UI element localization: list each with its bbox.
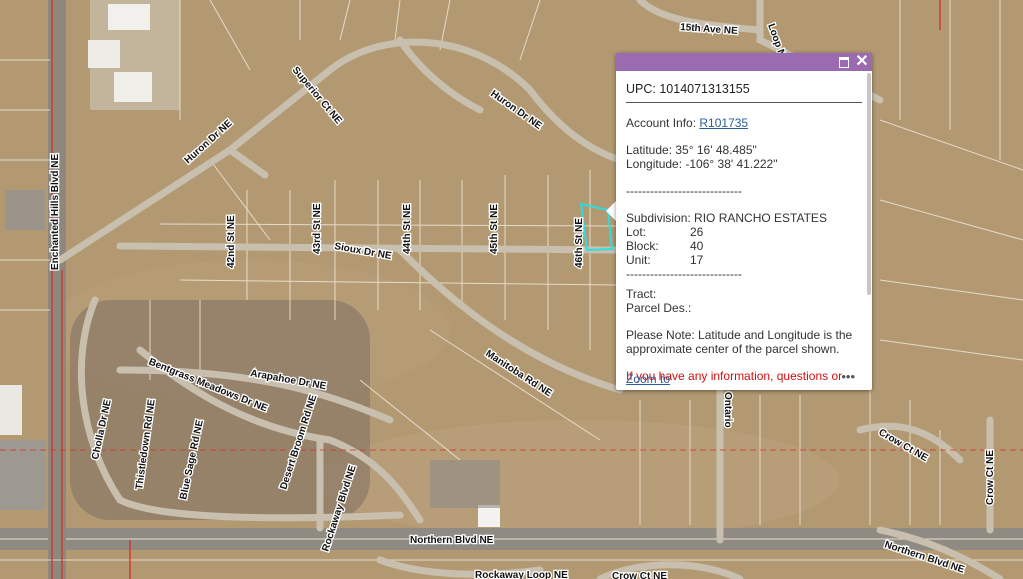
street-label: 42nd St NE — [226, 215, 237, 268]
unit-row: Unit: 17 — [626, 253, 862, 267]
block-label: Block: — [626, 239, 659, 253]
note-text: Please Note: Latitude and Longitude is t… — [626, 328, 853, 356]
street-label: Ontario — [722, 392, 733, 428]
divider-text: ----------------------------- — [626, 267, 742, 281]
parcel-popup: ✕ UPC: 1014071313155 Account Info: R1017… — [616, 53, 872, 390]
longitude-text: Longitude: -106° 38' 41.222" — [626, 157, 778, 171]
popup-header: ✕ — [616, 53, 872, 71]
account-link[interactable]: R101735 — [699, 116, 748, 130]
street-label: Northern Blvd NE — [410, 535, 494, 546]
street-label: 43rd St NE — [312, 203, 323, 254]
popup-scrollbar[interactable] — [867, 73, 871, 295]
close-icon[interactable]: ✕ — [854, 54, 870, 70]
latitude-text: Latitude: 35° 16' 48.485" — [626, 143, 757, 157]
account-label: Account Info: — [626, 116, 700, 130]
block-value: 40 — [690, 239, 704, 253]
maximize-icon[interactable] — [836, 54, 852, 70]
street-label: 44th St NE — [402, 204, 413, 254]
tract-text: Tract: — [626, 287, 657, 301]
maximize-icon-glyph — [839, 57, 849, 68]
popup-body: UPC: 1014071313155 Account Info: R101735… — [626, 71, 862, 390]
block-row: Block: 40 — [626, 239, 862, 253]
subdivision-text: Subdivision: RIO RANCHO ESTATES — [626, 211, 827, 225]
unit-value: 17 — [690, 253, 704, 267]
street-label: Crow Ct NE — [612, 571, 667, 579]
terrain-patch — [320, 420, 840, 540]
account-info-row: Account Info: R101735 — [626, 116, 862, 130]
lot-value: 26 — [690, 225, 704, 239]
zoom-to-link[interactable]: Zoom to — [626, 372, 670, 386]
street-label: Crow Ct NE — [985, 450, 996, 505]
divider-text: ----------------------------- — [626, 184, 742, 198]
enchanted-hills-blvd — [48, 0, 66, 579]
street-label: Rockaway Loop NE — [475, 570, 568, 579]
parcel-des-text: Parcel Des.: — [626, 301, 692, 315]
popup-title: UPC: 1014071313155 — [626, 82, 862, 103]
unit-label: Unit: — [626, 253, 651, 267]
lot-label: Lot: — [626, 225, 647, 239]
street-label: 46th St NE — [574, 218, 585, 268]
more-actions-button[interactable]: ••• — [841, 369, 855, 384]
street-label: Enchanted Hills Blvd NE — [50, 154, 61, 270]
lot-row: Lot: 26 — [626, 225, 862, 239]
street-label: 45th St NE — [489, 204, 500, 254]
